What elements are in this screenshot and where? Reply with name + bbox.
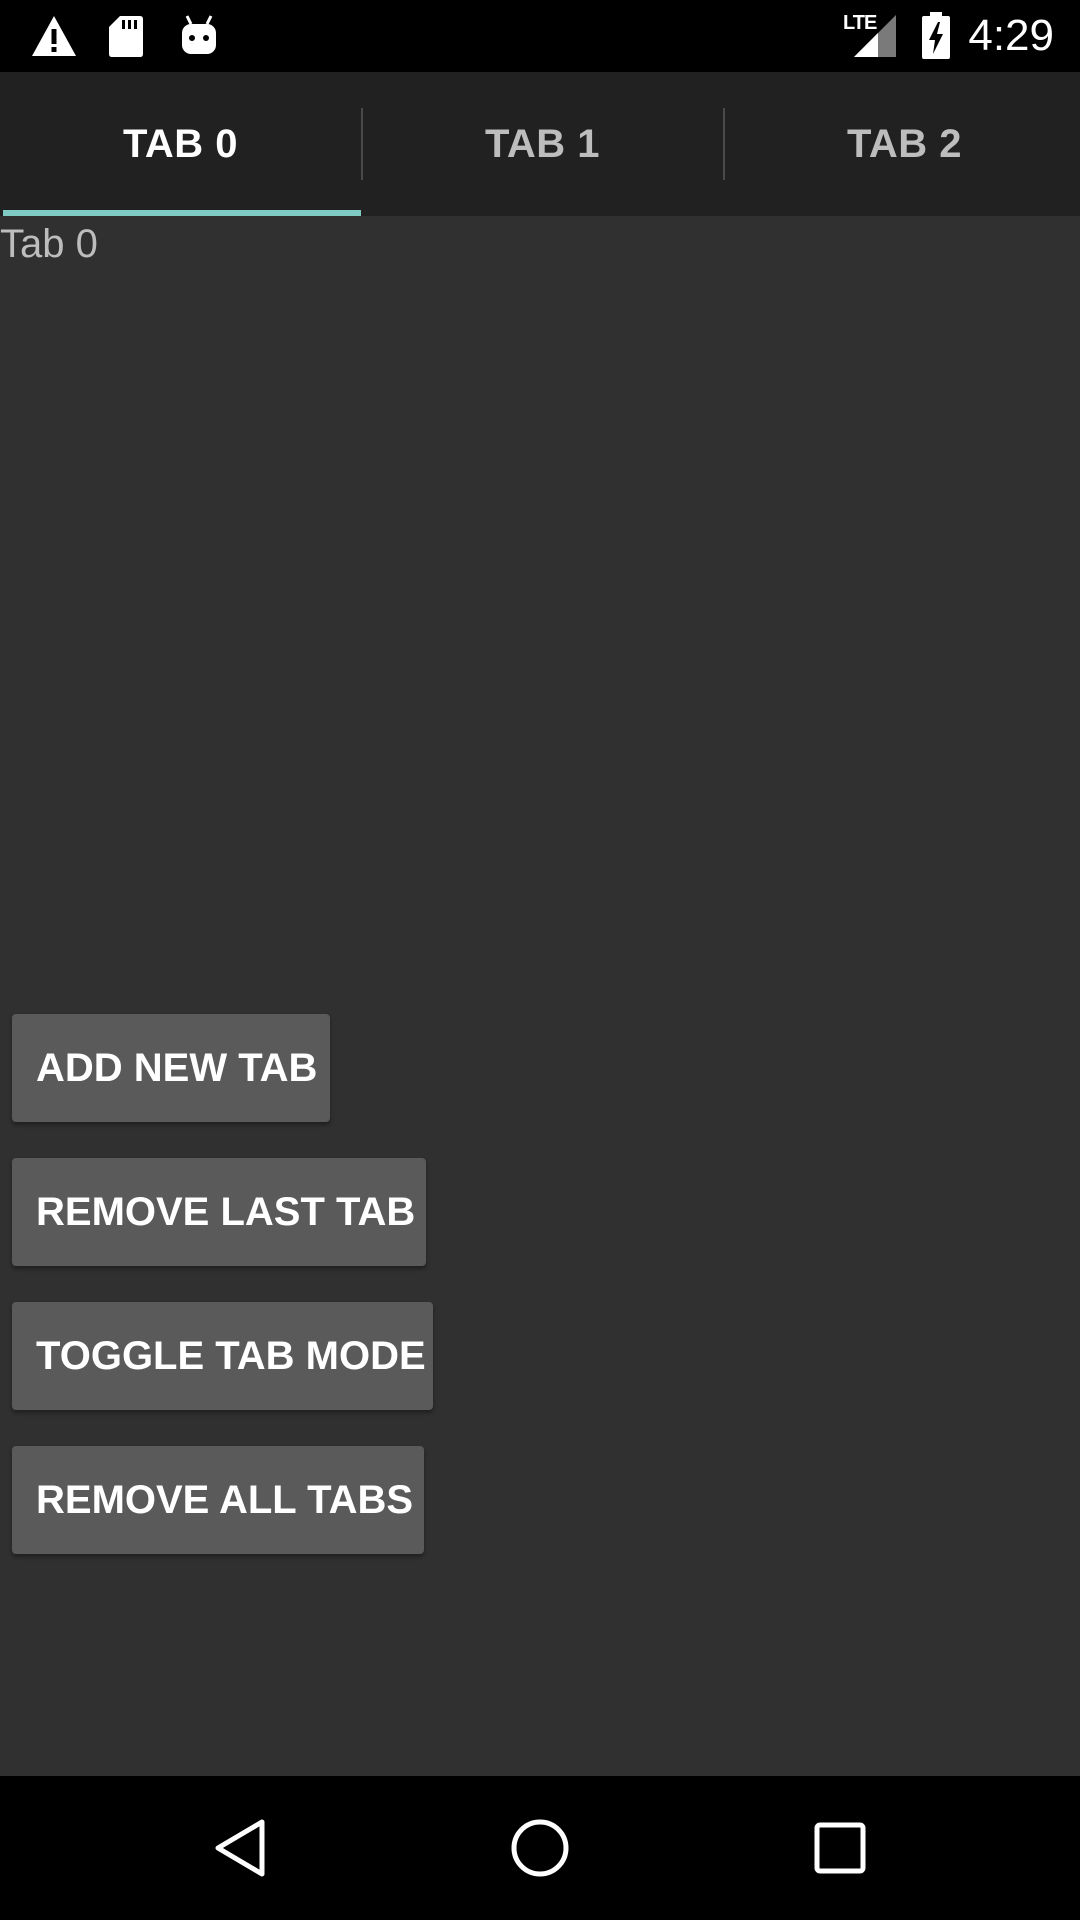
tab-indicator xyxy=(3,210,361,216)
android-icon xyxy=(178,0,220,72)
toggle-tab-mode-button[interactable]: TOGGLE TAB MODE xyxy=(12,1302,433,1410)
tab-2[interactable]: TAB 2 xyxy=(724,72,1080,216)
status-bar: LTE 4:29 xyxy=(0,0,1080,72)
back-icon[interactable] xyxy=(160,1776,320,1920)
recents-icon[interactable] xyxy=(760,1776,920,1920)
screen: LTE 4:29 TAB 0 TAB 1 TAB 2 Tab 0 ADD NEW… xyxy=(0,0,1080,1920)
remove-all-tabs-button[interactable]: REMOVE ALL TABS xyxy=(12,1446,424,1554)
add-new-tab-button[interactable]: ADD NEW TAB xyxy=(12,1014,330,1122)
status-time: 4:29 xyxy=(968,11,1054,60)
tab-0[interactable]: TAB 0 xyxy=(0,72,361,216)
tab-1[interactable]: TAB 1 xyxy=(362,72,723,216)
warning-icon xyxy=(28,0,80,72)
signal-icon xyxy=(852,0,898,72)
navigation-bar xyxy=(0,1776,1080,1920)
home-icon[interactable] xyxy=(460,1776,620,1920)
sd-card-icon xyxy=(106,0,146,72)
tab-content-label: Tab 0 xyxy=(0,222,98,266)
remove-last-tab-button[interactable]: REMOVE LAST TAB xyxy=(12,1158,426,1266)
battery-charging-icon xyxy=(920,0,952,72)
tab-bar: TAB 0 TAB 1 TAB 2 xyxy=(0,72,1080,216)
